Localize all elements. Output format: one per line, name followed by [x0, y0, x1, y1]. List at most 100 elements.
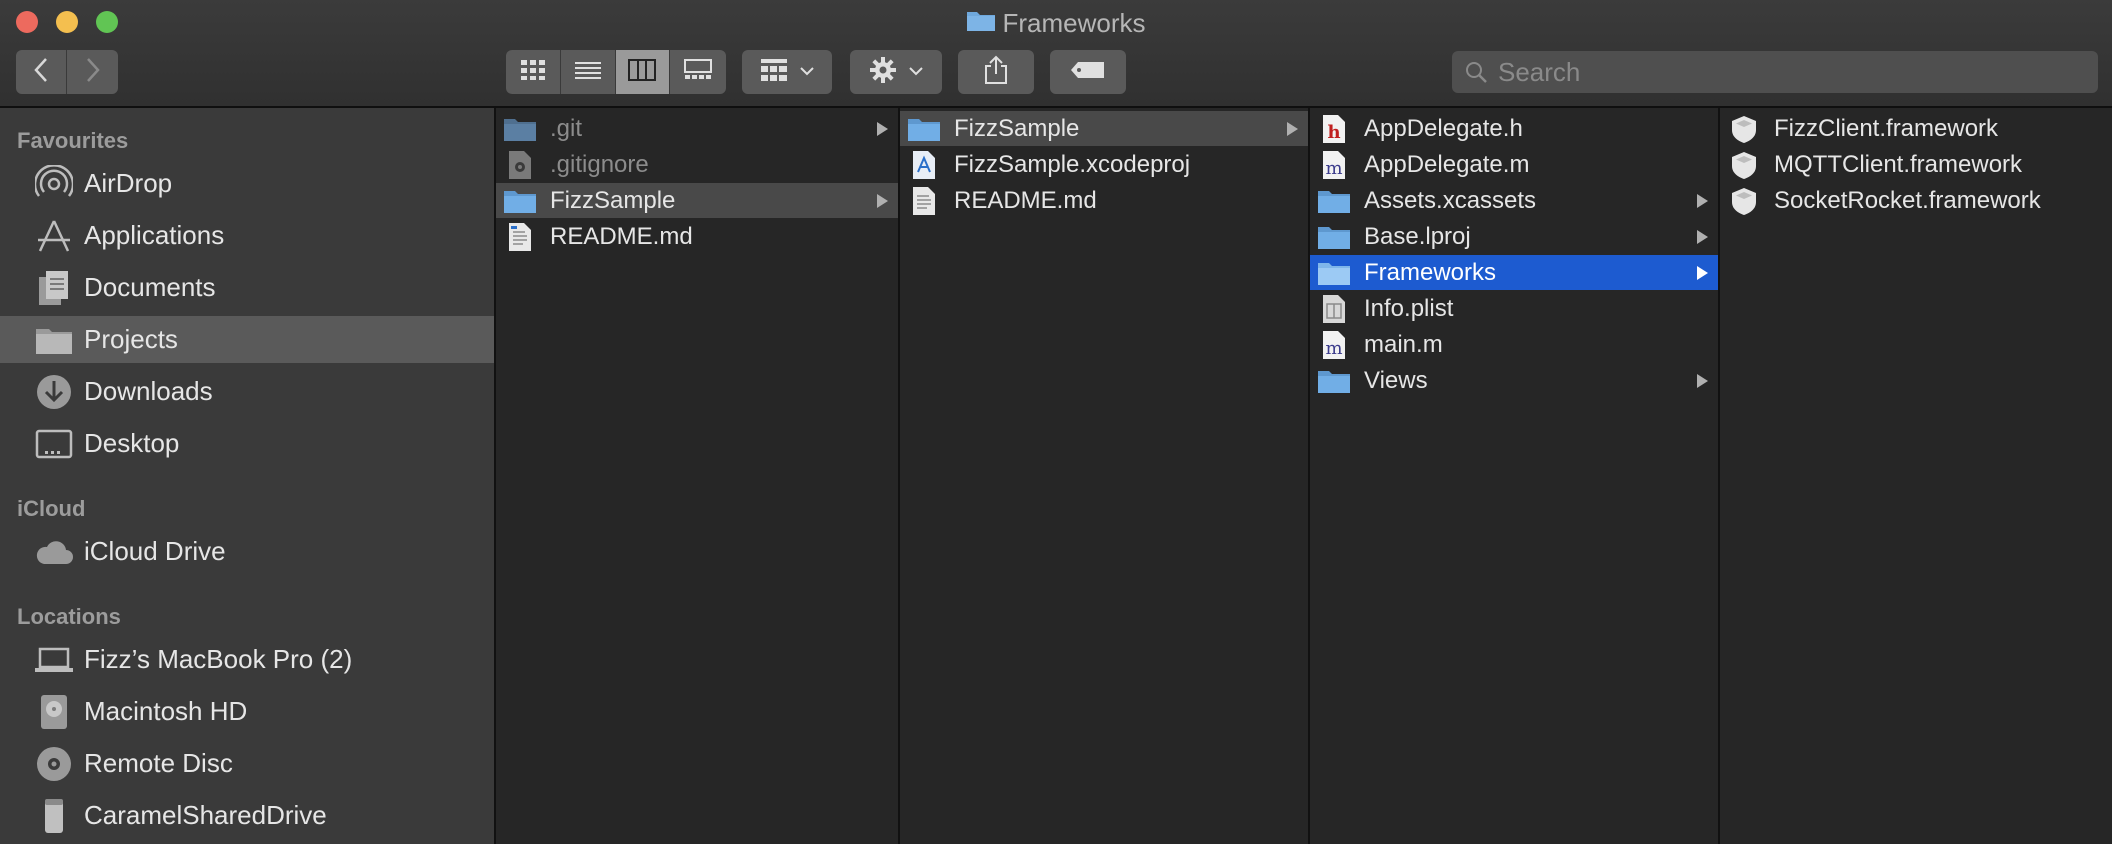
cloud-icon [32, 532, 76, 572]
framework-icon [1724, 114, 1764, 144]
chevron-left-icon [32, 57, 50, 88]
documents-icon [32, 268, 76, 308]
list-item[interactable]: Base.lproj [1310, 219, 1718, 254]
disclosure-arrow-icon [1697, 194, 1708, 208]
share-icon [983, 55, 1009, 90]
sidebar-item-remote-disc[interactable]: Remote Disc [0, 740, 494, 787]
column-view-icon [628, 58, 657, 86]
folder-icon [904, 114, 944, 144]
list-view-button[interactable] [561, 50, 616, 94]
svg-text:m: m [1325, 158, 1342, 179]
hard-drive-icon [32, 692, 76, 732]
group-by-button[interactable] [742, 50, 832, 94]
text-file-icon [500, 222, 540, 252]
list-item[interactable]: FizzClient.framework [1720, 111, 2112, 146]
list-item[interactable]: h AppDelegate.h [1310, 111, 1718, 146]
xcodeproj-icon [904, 150, 944, 180]
sidebar-item-applications[interactable]: Applications [0, 212, 494, 259]
sidebar-section-icloud: iCloud [17, 496, 86, 521]
folder-icon [1314, 258, 1354, 288]
sidebar-item-desktop[interactable]: Desktop [0, 420, 494, 467]
list-item[interactable]: README.md [496, 219, 898, 254]
sidebar: Favourites AirDrop Applications Document… [0, 108, 496, 844]
folder-icon [500, 114, 540, 144]
browser-column-1: .git .gitignore FizzSample README.md [496, 108, 900, 844]
gear-icon [869, 56, 897, 89]
chevron-down-icon [800, 63, 814, 81]
list-item[interactable]: .gitignore [496, 147, 898, 182]
tag-icon [1070, 60, 1106, 85]
list-item[interactable]: SocketRocket.framework [1720, 183, 2112, 218]
applications-icon [32, 216, 76, 256]
list-item[interactable]: FizzSample [496, 183, 898, 218]
laptop-icon [32, 640, 76, 680]
back-button[interactable] [16, 50, 67, 94]
text-file-icon [904, 186, 944, 216]
objc-file-icon: m [1314, 330, 1354, 360]
icon-view-icon [520, 59, 546, 86]
list-item[interactable]: Info.plist [1310, 291, 1718, 326]
airdrop-icon [32, 164, 76, 204]
framework-icon [1724, 186, 1764, 216]
gallery-view-button[interactable] [670, 50, 726, 94]
folder-icon [1314, 186, 1354, 216]
search-icon [1464, 60, 1488, 84]
sidebar-item-downloads[interactable]: Downloads [0, 368, 494, 415]
finder-window: Frameworks Search Favourites AirDrop App… [0, 0, 2112, 844]
sidebar-item-airdrop[interactable]: AirDrop [0, 160, 494, 207]
disclosure-arrow-icon [877, 122, 888, 136]
list-item[interactable]: Views [1310, 363, 1718, 398]
folder-icon [966, 6, 996, 40]
list-item[interactable]: .git [496, 111, 898, 146]
sidebar-item-macbook[interactable]: Fizz’s MacBook Pro (2) [0, 636, 494, 683]
list-item[interactable]: FizzSample [900, 111, 1308, 146]
list-item[interactable]: Assets.xcassets [1310, 183, 1718, 218]
desktop-icon [32, 424, 76, 464]
disclosure-arrow-icon [1697, 266, 1708, 280]
icon-view-button[interactable] [506, 50, 561, 94]
sidebar-item-icloud-drive[interactable]: iCloud Drive [0, 528, 494, 575]
chevron-down-icon [909, 63, 923, 81]
objc-file-icon: m [1314, 150, 1354, 180]
disclosure-arrow-icon [1697, 230, 1708, 244]
list-item[interactable]: Frameworks [1310, 255, 1718, 290]
list-item[interactable]: m AppDelegate.m [1310, 147, 1718, 182]
folder-icon [1314, 222, 1354, 252]
sidebar-item-documents[interactable]: Documents [0, 264, 494, 311]
file-gear-icon [500, 150, 540, 180]
column-view-button[interactable] [615, 50, 671, 94]
sidebar-section-favourites: Favourites [17, 128, 129, 153]
window-title: Frameworks [0, 6, 2112, 42]
search-placeholder: Search [1498, 56, 1581, 87]
view-mode-group [506, 50, 726, 94]
browser-column-4: FizzClient.framework MQTTClient.framewor… [1720, 108, 2112, 844]
svg-text:h: h [1327, 122, 1340, 143]
framework-icon [1724, 150, 1764, 180]
sidebar-item-caramel-shared-drive[interactable]: CaramelSharedDrive [0, 792, 494, 839]
disc-icon [32, 744, 76, 784]
list-item[interactable]: FizzSample.xcodeproj [900, 147, 1308, 182]
list-item[interactable]: MQTTClient.framework [1720, 147, 2112, 182]
toolbar: Frameworks Search [0, 0, 2112, 108]
list-view-icon [574, 60, 602, 85]
share-button[interactable] [958, 50, 1034, 94]
sidebar-item-projects[interactable]: Projects [0, 316, 494, 363]
action-button[interactable] [850, 50, 942, 94]
forward-button[interactable] [67, 50, 118, 94]
folder-icon [500, 186, 540, 216]
header-file-icon: h [1314, 114, 1354, 144]
sidebar-item-macintosh-hd[interactable]: Macintosh HD [0, 688, 494, 735]
downloads-icon [32, 372, 76, 412]
plist-icon [1314, 294, 1354, 324]
search-field[interactable]: Search [1452, 51, 2098, 93]
group-by-icon [760, 58, 788, 87]
list-item[interactable]: README.md [900, 183, 1308, 218]
folder-icon [1314, 366, 1354, 396]
disclosure-arrow-icon [1697, 374, 1708, 388]
folder-icon [32, 320, 76, 360]
list-item[interactable]: m main.m [1310, 327, 1718, 362]
disclosure-arrow-icon [877, 194, 888, 208]
sidebar-section-locations: Locations [17, 604, 121, 629]
tags-button[interactable] [1050, 50, 1126, 94]
external-drive-icon [32, 796, 76, 836]
